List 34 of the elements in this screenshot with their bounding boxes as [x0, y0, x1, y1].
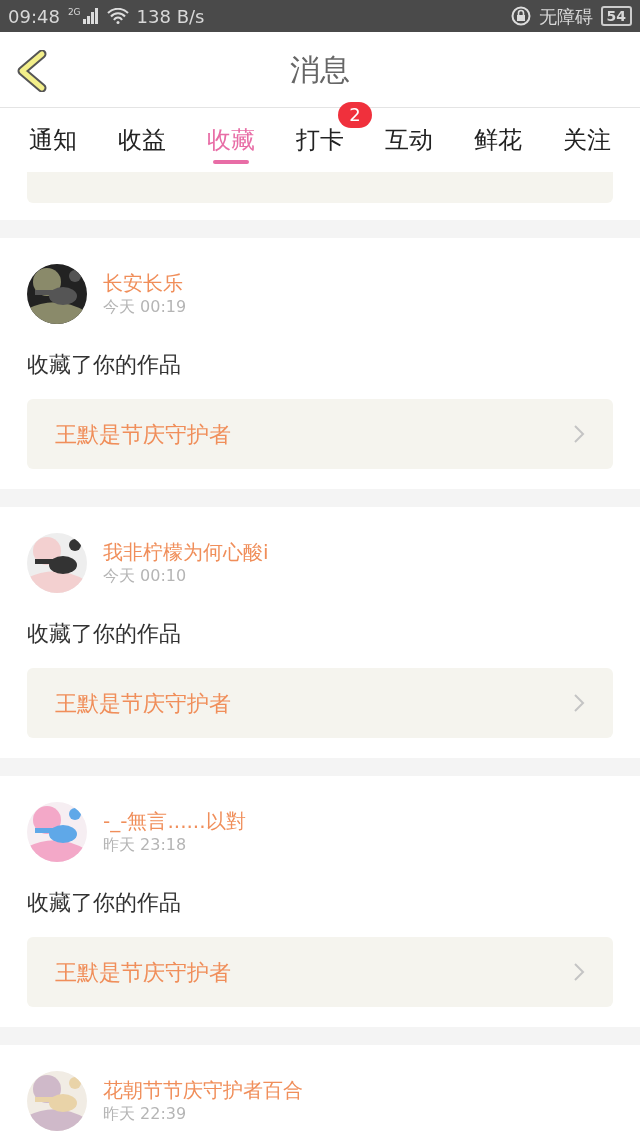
timestamp: 今天 00:19 — [103, 296, 187, 318]
accessibility-label: 无障碍 — [538, 4, 593, 29]
wifi-icon — [106, 8, 129, 24]
tab[interactable]: 收益 — [117, 108, 166, 172]
timestamp: 昨天 22:39 — [103, 1103, 188, 1125]
chevron-icon — [573, 424, 585, 444]
action-text: 收藏了你的作品 — [27, 889, 182, 917]
network-speed: 138 B/s — [136, 4, 205, 29]
tab[interactable]: 收藏 — [206, 108, 255, 172]
user-name[interactable]: 我非柠檬为何心酸i — [103, 539, 269, 565]
badge-count: 2 — [338, 102, 372, 128]
timestamp: 昨天 23:18 — [103, 834, 188, 856]
page-title: 消息 — [290, 51, 350, 89]
timestamp: 今天 00:10 — [103, 565, 188, 587]
work-link[interactable]: 王默是节庆守护者 — [27, 668, 613, 738]
action-text: 收藏了你的作品 — [27, 351, 182, 379]
clock: 09:48 — [8, 4, 60, 29]
tab[interactable]: 鲜花 — [474, 108, 523, 172]
back-icon[interactable] — [16, 50, 48, 92]
tab[interactable]: 互动 — [385, 108, 434, 172]
chevron-icon — [573, 962, 585, 982]
lock-icon — [510, 6, 531, 26]
action-text: 收藏了你的作品 — [27, 620, 182, 648]
network-label: 2G — [67, 6, 81, 19]
user-name[interactable]: 花朝节节庆守护者百合 — [103, 1077, 303, 1103]
chevron-icon — [573, 693, 585, 713]
tab[interactable]: 通知 — [28, 108, 77, 172]
user-name[interactable]: 长安长乐 — [103, 270, 187, 296]
work-link[interactable]: 王默是节庆守护者 — [27, 399, 613, 469]
work-link[interactable]: 王默是节庆守护者 — [27, 937, 613, 1007]
user-name[interactable]: -_-無言......以對 — [103, 808, 246, 834]
signal-icon — [82, 8, 99, 24]
tab[interactable]: 关注 — [563, 108, 612, 172]
battery-level: 54 — [600, 6, 632, 26]
